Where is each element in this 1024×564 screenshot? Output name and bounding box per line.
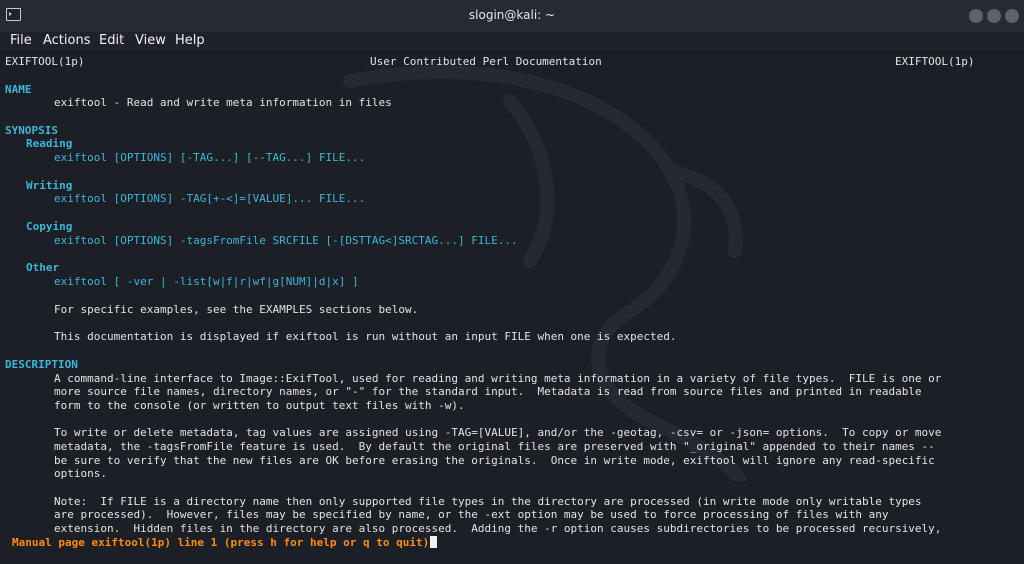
section-name-title: NAME	[5, 83, 32, 96]
synopsis-display-note: This documentation is displayed if exift…	[54, 330, 677, 343]
window-title: slogin@kali: ~	[468, 8, 556, 22]
description-line: metadata, the -tagsFromFile feature is u…	[54, 440, 935, 453]
synopsis-other-title: Other	[26, 261, 60, 274]
minimize-button[interactable]	[969, 9, 983, 23]
section-description-title: DESCRIPTION	[5, 358, 78, 371]
name-text: exiftool - Read and write meta informati…	[54, 96, 392, 109]
synopsis-reading-title: Reading	[26, 137, 73, 150]
pager-status-text: Manual page exiftool(1p) line 1 (press h…	[12, 536, 430, 549]
description-line: Note: If FILE is a directory name then o…	[54, 495, 922, 508]
synopsis-copying-cmd: exiftool [OPTIONS] -tagsFromFile SRCFILE…	[54, 234, 518, 247]
description-line: To write or delete metadata, tag values …	[54, 426, 942, 439]
description-line: more source file names, directory names,…	[54, 385, 922, 398]
window-titlebar[interactable]: slogin@kali: ~	[0, 0, 1024, 33]
menu-bar: File Actions Edit View Help	[0, 32, 1024, 51]
description-line: extension. Hidden files in the directory…	[54, 522, 942, 535]
description-line: A command-line interface to Image::ExifT…	[54, 372, 942, 385]
man-header-right: EXIFTOOL(1p)	[895, 55, 975, 68]
synopsis-reading-cmd: exiftool [OPTIONS] [-TAG...] [--TAG...] …	[54, 151, 366, 164]
section-synopsis-title: SYNOPSIS	[5, 124, 58, 137]
close-button[interactable]	[1005, 9, 1019, 23]
menu-help[interactable]: Help	[175, 33, 205, 48]
synopsis-examples-note: For specific examples, see the EXAMPLES …	[54, 303, 419, 316]
man-header-center: User Contributed Perl Documentation	[370, 55, 602, 68]
description-line: options.	[54, 467, 107, 480]
description-line: form to the console (or written to outpu…	[54, 399, 465, 412]
synopsis-copying-title: Copying	[26, 220, 73, 233]
menu-file[interactable]: File	[10, 33, 32, 48]
terminal-area[interactable]: EXIFTOOL(1p) User Contributed Perl Docum…	[0, 51, 1024, 564]
man-header-left: EXIFTOOL(1p)	[5, 55, 85, 68]
menu-edit[interactable]: Edit	[99, 33, 124, 48]
description-line: are processed). However, files may be sp…	[54, 508, 889, 521]
synopsis-writing-cmd: exiftool [OPTIONS] -TAG[+-<]=[VALUE]... …	[54, 192, 366, 205]
synopsis-other-cmd: exiftool [ -ver | -list[w|f|r|wf|g[NUM]|…	[54, 275, 359, 288]
description-line: be sure to verify that the new files are…	[54, 454, 935, 467]
pager-status-line: Manual page exiftool(1p) line 1 (press h…	[12, 536, 438, 549]
maximize-button[interactable]	[987, 9, 1001, 23]
kali-dragon-watermark	[343, 65, 747, 481]
text-cursor	[430, 536, 438, 548]
menu-actions[interactable]: Actions	[43, 33, 91, 48]
synopsis-writing-title: Writing	[26, 179, 73, 192]
menu-view[interactable]: View	[135, 33, 166, 48]
